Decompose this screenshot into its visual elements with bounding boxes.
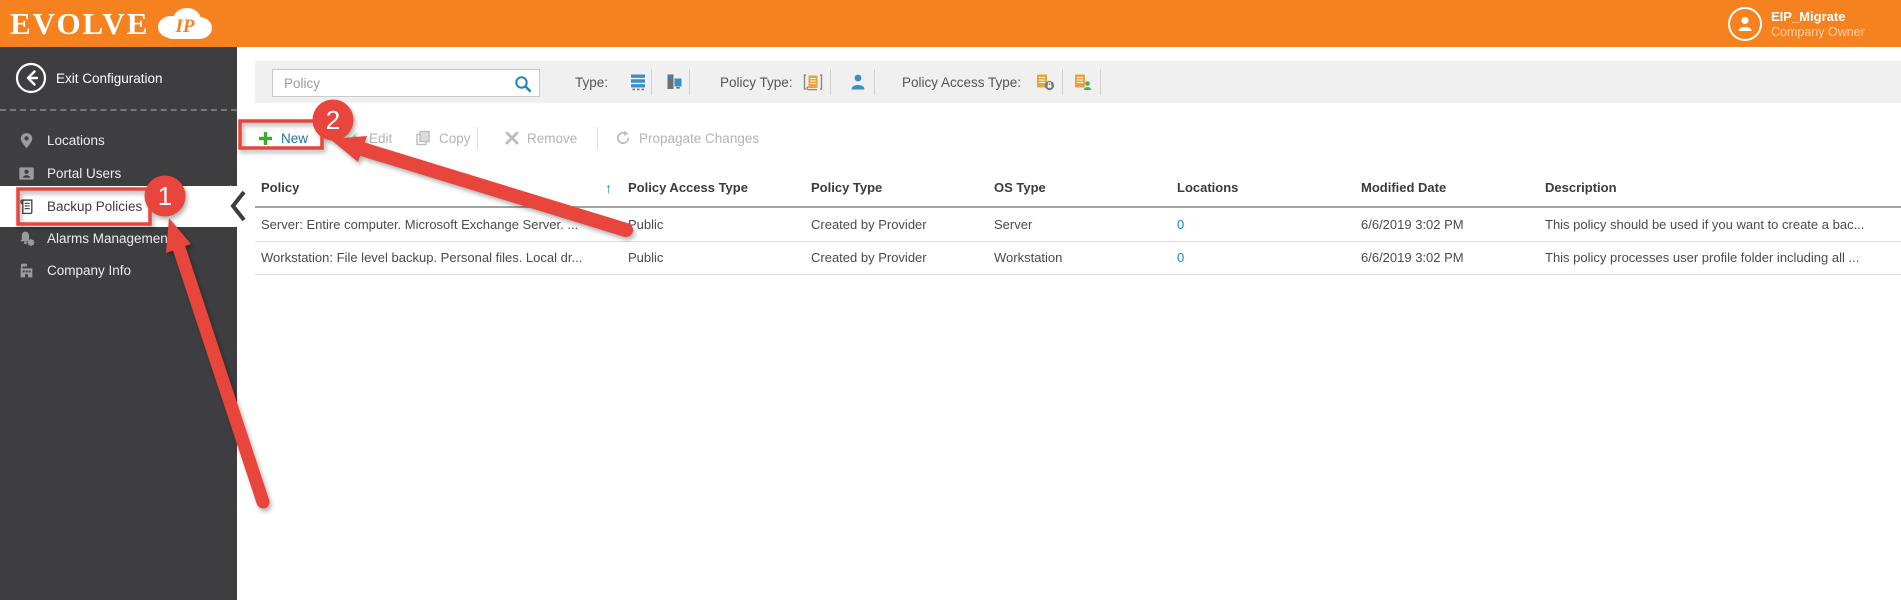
app-window: EVOLVE IP EIP_Migrate Company Owner Exit… [0, 0, 1901, 600]
filter-policy-provider-button[interactable] [798, 69, 828, 95]
map-pin-icon [18, 132, 35, 149]
filter-separator [689, 69, 690, 95]
new-button[interactable]: New [258, 124, 308, 152]
remove-button[interactable]: Remove [505, 124, 577, 152]
cell-locations-link[interactable]: 0 [1177, 209, 1184, 241]
table-row[interactable]: Server: Entire computer. Microsoft Excha… [255, 209, 1901, 242]
table-row[interactable]: Workstation: File level backup. Personal… [255, 242, 1901, 275]
policy-scroll-icon [18, 198, 35, 215]
user-role: Company Owner [1771, 24, 1865, 39]
new-button-label: New [281, 130, 309, 146]
cell-policy-type: Created by Provider [811, 217, 927, 232]
building-icon [18, 262, 35, 279]
type-filter-label: Type: [575, 75, 609, 90]
cloud-logo-icon: IP [153, 5, 215, 43]
sidebar-divider [0, 109, 237, 111]
svg-text:IP: IP [175, 16, 195, 37]
edit-button[interactable]: Edit [345, 124, 392, 152]
exit-configuration-button[interactable]: Exit Configuration [0, 47, 237, 109]
copy-icon [416, 130, 430, 146]
search-icon[interactable] [514, 75, 532, 93]
user-name: EIP_Migrate [1771, 8, 1846, 24]
cell-os-type: Workstation [994, 250, 1063, 265]
user-card-icon [18, 165, 35, 182]
edit-button-label: Edit [369, 130, 393, 146]
sidebar: Exit Configuration Locations Portal User… [0, 47, 237, 600]
policy-lock-icon [1037, 74, 1055, 91]
sidebar-item-label: Alarms Management [47, 230, 172, 246]
cell-os-type: Server [994, 217, 1033, 232]
search-input[interactable] [273, 70, 539, 96]
cell-policy: Server: Entire computer. Microsoft Excha… [261, 217, 579, 232]
remove-x-icon [505, 131, 519, 145]
copy-button[interactable]: Copy [415, 124, 471, 152]
cell-policy-type: Created by Provider [811, 250, 927, 265]
workstation-icon [667, 74, 682, 89]
exit-configuration-label: Exit Configuration [56, 70, 163, 86]
back-arrow-icon [15, 62, 47, 94]
cell-policy-access-type: Public [628, 250, 664, 265]
propagate-changes-button[interactable]: Propagate Changes [615, 124, 759, 152]
propagate-changes-label: Propagate Changes [639, 130, 760, 146]
filter-separator [1100, 69, 1101, 95]
app-header: EVOLVE IP EIP_Migrate Company Owner [0, 0, 1901, 47]
column-header-policy-type[interactable]: Policy Type [811, 170, 882, 206]
pencil-icon [347, 132, 359, 144]
search-box [272, 69, 540, 97]
column-header-policy-access-type[interactable]: Policy Access Type [628, 170, 748, 206]
copy-button-label: Copy [439, 130, 471, 146]
evolve-ip-logo: EVOLVE IP [10, 5, 215, 43]
logo-text: EVOLVE [10, 6, 150, 41]
user-menu[interactable]: EIP_Migrate Company Owner [1728, 5, 1891, 43]
sidebar-item-company-info[interactable]: Company Info [0, 254, 237, 286]
filter-access-private-button[interactable] [1068, 69, 1098, 95]
user-meta: EIP_Migrate Company Owner [1771, 9, 1891, 40]
cell-policy: Workstation: File level backup. Personal… [261, 250, 583, 265]
sidebar-item-label: Company Info [47, 262, 132, 278]
column-header-modified-date[interactable]: Modified Date [1361, 170, 1446, 206]
toolbar-separator [597, 127, 598, 149]
sidebar-item-alarms-management[interactable]: Alarms Management [0, 222, 237, 254]
table-header-row: Policy ↑ Policy Access Type Policy Type … [255, 170, 1901, 208]
filter-type-server-button[interactable] [623, 69, 653, 95]
policy-access-type-filter-label: Policy Access Type: [902, 75, 1022, 90]
cell-description: This policy should be used if you want t… [1545, 217, 1865, 232]
provider-policy-icon [803, 74, 823, 91]
sidebar-item-locations[interactable]: Locations [0, 124, 237, 156]
sidebar-item-label: Backup Policies [47, 199, 143, 214]
server-icon [631, 74, 645, 91]
column-header-os-type[interactable]: OS Type [994, 170, 1046, 206]
sort-ascending-icon[interactable]: ↑ [605, 170, 612, 206]
remove-button-label: Remove [527, 130, 578, 146]
cell-description: This policy processes user profile folde… [1545, 250, 1860, 265]
cell-policy-access-type: Public [628, 217, 664, 232]
sidebar-item-portal-users[interactable]: Portal Users [0, 157, 237, 189]
filter-type-workstation-button[interactable] [659, 69, 689, 95]
cell-locations-link[interactable]: 0 [1177, 242, 1184, 274]
filter-separator [651, 69, 652, 95]
column-header-policy[interactable]: Policy [261, 170, 299, 206]
sidebar-item-label: Locations [47, 132, 105, 148]
sidebar-item-backup-policies[interactable]: Backup Policies [0, 186, 237, 227]
user-avatar-icon [1728, 7, 1762, 41]
filter-separator [830, 69, 831, 95]
filter-bar: Type: Policy Type: [255, 61, 1901, 103]
actions-toolbar: New Edit Copy Remove Propagate Changes [255, 124, 1901, 152]
filter-policy-user-button[interactable] [843, 69, 873, 95]
refresh-icon [616, 130, 630, 145]
user-policy-icon [851, 74, 865, 90]
column-header-description[interactable]: Description [1545, 170, 1617, 206]
filter-separator [874, 69, 875, 95]
policy-type-filter-label: Policy Type: [720, 75, 793, 90]
policy-user-icon [1075, 74, 1092, 90]
cell-modified-date: 6/6/2019 3:02 PM [1361, 217, 1464, 232]
sidebar-item-label: Portal Users [47, 165, 122, 181]
plus-icon [259, 131, 272, 145]
toolbar-separator [477, 127, 478, 149]
filter-access-public-button[interactable] [1030, 69, 1060, 95]
cell-modified-date: 6/6/2019 3:02 PM [1361, 250, 1464, 265]
filter-separator [1062, 69, 1063, 95]
alarm-gear-icon [18, 230, 35, 247]
column-header-locations[interactable]: Locations [1177, 170, 1238, 206]
